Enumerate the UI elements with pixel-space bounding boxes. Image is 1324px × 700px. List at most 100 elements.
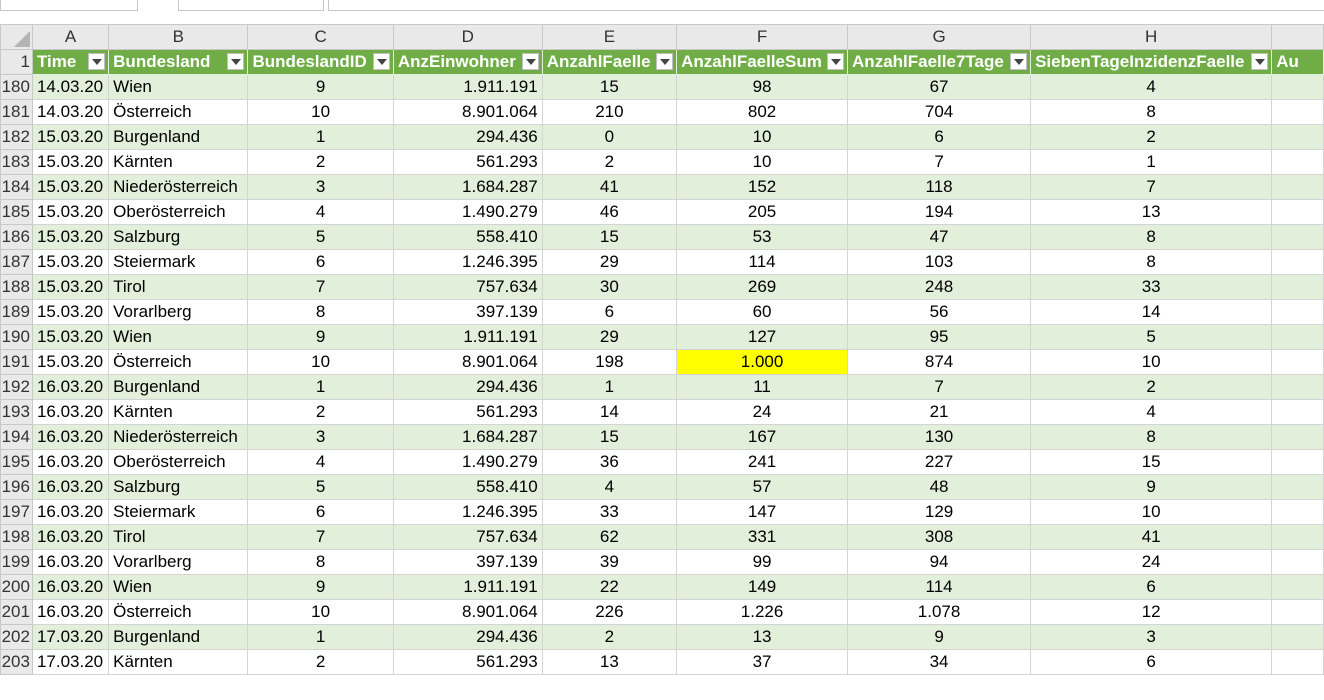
row-number[interactable]: 192: [0, 374, 33, 400]
data-cell[interactable]: 15.03.20: [31, 249, 110, 275]
data-cell[interactable]: 98: [676, 74, 849, 100]
data-cell[interactable]: [1271, 274, 1324, 300]
data-cell[interactable]: 10: [247, 349, 394, 375]
filter-dropdown-icon[interactable]: [1251, 53, 1269, 70]
data-cell[interactable]: Kärnten: [108, 399, 249, 425]
data-cell[interactable]: 39: [541, 549, 678, 575]
row-number[interactable]: 190: [0, 324, 33, 350]
data-cell[interactable]: 149: [676, 574, 849, 600]
row-number[interactable]: 182: [0, 124, 33, 150]
data-cell[interactable]: 757.634: [392, 524, 543, 550]
data-cell[interactable]: 1.246.395: [392, 499, 543, 525]
data-cell[interactable]: 14: [541, 399, 678, 425]
data-cell[interactable]: 1.078: [847, 599, 1032, 625]
column-header-g[interactable]: G: [847, 24, 1032, 50]
data-cell[interactable]: 1.684.287: [392, 424, 543, 450]
formula-input[interactable]: [328, 0, 1324, 11]
table-header-cell[interactable]: AnzahlFaelleSum: [676, 49, 849, 75]
data-cell[interactable]: 4: [247, 449, 394, 475]
data-cell[interactable]: 9: [247, 574, 394, 600]
name-box[interactable]: [0, 0, 138, 11]
data-cell[interactable]: Wien: [108, 324, 249, 350]
data-cell[interactable]: 114: [847, 574, 1032, 600]
data-cell[interactable]: [1271, 99, 1324, 125]
data-cell[interactable]: 34: [847, 649, 1032, 675]
data-cell[interactable]: 22: [541, 574, 678, 600]
row-number[interactable]: 195: [0, 449, 33, 475]
data-cell[interactable]: Vorarlberg: [108, 299, 249, 325]
data-cell[interactable]: 11: [676, 374, 849, 400]
data-cell[interactable]: 114: [676, 249, 849, 275]
data-cell[interactable]: 2: [247, 149, 394, 175]
data-cell[interactable]: 757.634: [392, 274, 543, 300]
data-cell[interactable]: [1271, 549, 1324, 575]
data-cell[interactable]: 12: [1030, 599, 1273, 625]
data-cell[interactable]: 37: [676, 649, 849, 675]
data-cell[interactable]: 0: [541, 124, 678, 150]
data-cell[interactable]: 16.03.20: [31, 599, 110, 625]
row-number[interactable]: 198: [0, 524, 33, 550]
data-cell[interactable]: 127: [676, 324, 849, 350]
data-cell[interactable]: [1271, 599, 1324, 625]
data-cell[interactable]: 1.226: [676, 599, 849, 625]
table-header-cell[interactable]: SiebenTageInzidenzFaelle: [1030, 49, 1273, 75]
filter-dropdown-icon[interactable]: [521, 53, 539, 70]
data-cell[interactable]: 10: [676, 149, 849, 175]
data-cell[interactable]: 308: [847, 524, 1032, 550]
data-cell[interactable]: 6: [247, 249, 394, 275]
data-cell[interactable]: Salzburg: [108, 474, 249, 500]
data-cell[interactable]: 7: [247, 524, 394, 550]
column-header-e[interactable]: E: [541, 24, 678, 50]
formula-input-left[interactable]: [178, 0, 324, 11]
data-cell[interactable]: 704: [847, 99, 1032, 125]
data-cell[interactable]: 8: [247, 299, 394, 325]
data-cell[interactable]: 118: [847, 174, 1032, 200]
data-cell[interactable]: Niederösterreich: [108, 424, 249, 450]
data-cell[interactable]: 2: [247, 399, 394, 425]
data-cell[interactable]: 60: [676, 299, 849, 325]
data-cell[interactable]: 4: [1030, 74, 1273, 100]
data-cell[interactable]: 1.490.279: [392, 449, 543, 475]
data-cell[interactable]: 5: [247, 474, 394, 500]
data-cell[interactable]: [1271, 424, 1324, 450]
data-cell[interactable]: 205: [676, 199, 849, 225]
data-cell[interactable]: 226: [541, 599, 678, 625]
data-cell[interactable]: 15.03.20: [31, 149, 110, 175]
data-cell[interactable]: 147: [676, 499, 849, 525]
data-cell[interactable]: 8.901.064: [392, 349, 543, 375]
table-header-cell[interactable]: Bundesland: [108, 49, 249, 75]
data-cell[interactable]: 10: [247, 99, 394, 125]
data-cell[interactable]: 241: [676, 449, 849, 475]
data-cell[interactable]: 269: [676, 274, 849, 300]
data-cell[interactable]: 1: [1030, 149, 1273, 175]
data-cell[interactable]: 2: [1030, 374, 1273, 400]
data-cell[interactable]: 558.410: [392, 224, 543, 250]
data-cell[interactable]: 561.293: [392, 149, 543, 175]
row-number[interactable]: 197: [0, 499, 33, 525]
data-cell[interactable]: 15.03.20: [31, 174, 110, 200]
row-number[interactable]: 188: [0, 274, 33, 300]
column-header-a[interactable]: A: [31, 24, 110, 50]
row-number[interactable]: 194: [0, 424, 33, 450]
data-cell[interactable]: 16.03.20: [31, 574, 110, 600]
data-cell[interactable]: 802: [676, 99, 849, 125]
data-cell[interactable]: Oberösterreich: [108, 199, 249, 225]
data-cell[interactable]: 16.03.20: [31, 374, 110, 400]
data-cell[interactable]: 130: [847, 424, 1032, 450]
data-cell[interactable]: Steiermark: [108, 499, 249, 525]
data-cell[interactable]: 1.911.191: [392, 74, 543, 100]
data-cell[interactable]: Burgenland: [108, 374, 249, 400]
data-cell[interactable]: [1271, 374, 1324, 400]
data-cell[interactable]: 198: [541, 349, 678, 375]
data-cell[interactable]: 8.901.064: [392, 599, 543, 625]
column-header-f[interactable]: F: [676, 24, 849, 50]
data-cell[interactable]: 13: [1030, 199, 1273, 225]
data-cell[interactable]: 7: [247, 274, 394, 300]
data-cell[interactable]: Burgenland: [108, 124, 249, 150]
data-cell[interactable]: 7: [847, 149, 1032, 175]
data-cell[interactable]: 13: [676, 624, 849, 650]
data-cell[interactable]: 8: [1030, 424, 1273, 450]
data-cell[interactable]: 397.139: [392, 549, 543, 575]
data-cell[interactable]: [1271, 524, 1324, 550]
data-cell[interactable]: 1.246.395: [392, 249, 543, 275]
